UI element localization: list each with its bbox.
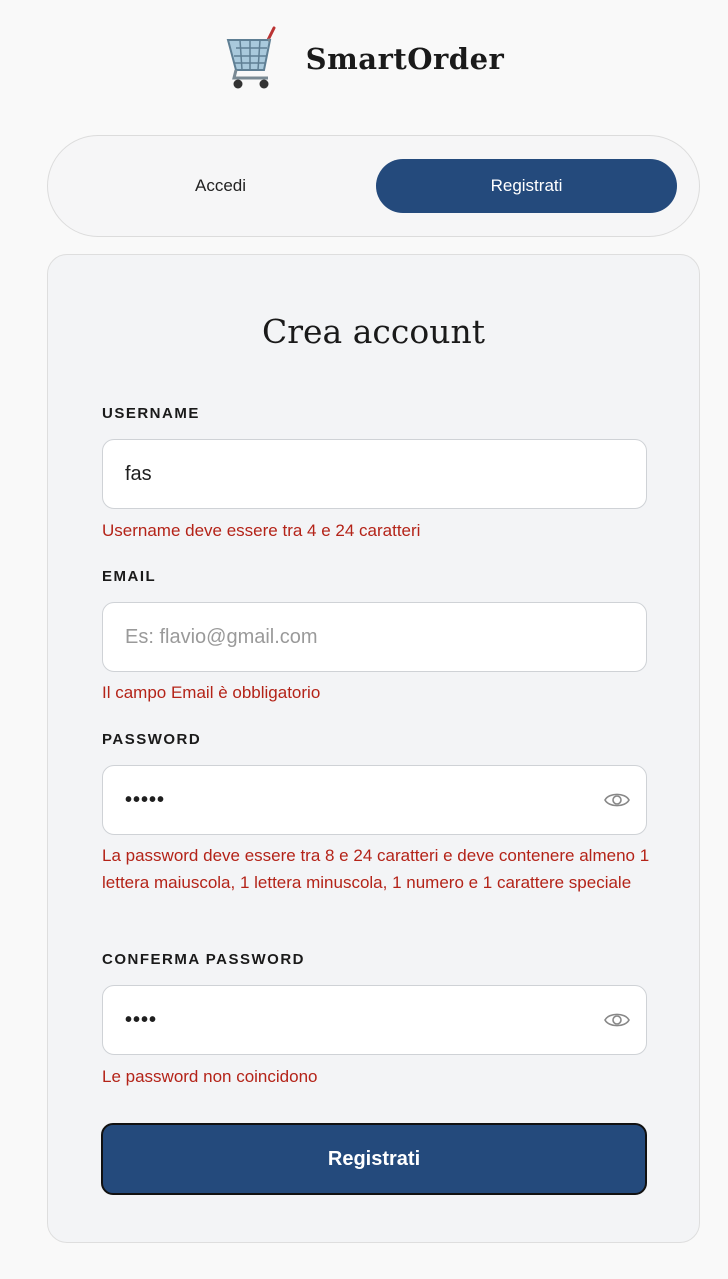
app-header: SmartOrder bbox=[0, 24, 728, 94]
password-field-container bbox=[102, 765, 647, 835]
eye-icon[interactable] bbox=[604, 789, 630, 811]
form-title: Crea account bbox=[262, 312, 485, 351]
tab-login[interactable]: Accedi bbox=[70, 159, 371, 213]
confirm-password-field-container bbox=[102, 985, 647, 1055]
password-label: PASSWORD bbox=[102, 731, 202, 748]
username-input[interactable] bbox=[103, 440, 646, 508]
password-error: La password deve essere tra 8 e 24 carat… bbox=[102, 846, 650, 892]
register-submit-button[interactable]: Registrati bbox=[101, 1123, 647, 1195]
eye-icon[interactable] bbox=[604, 1009, 630, 1031]
auth-tab-bar: Accedi Registrati bbox=[47, 135, 700, 237]
app-title: SmartOrder bbox=[305, 42, 505, 76]
email-error: Il campo Email è obbligatorio bbox=[102, 683, 321, 702]
username-field-container bbox=[102, 439, 647, 509]
username-label: USERNAME bbox=[102, 405, 200, 422]
confirm-password-error: Le password non coincidono bbox=[102, 1067, 318, 1086]
shopping-cart-icon bbox=[226, 26, 276, 89]
register-card: Crea account USERNAME Username deve esse… bbox=[47, 254, 700, 1243]
email-input[interactable] bbox=[103, 603, 646, 671]
confirm-password-input[interactable] bbox=[103, 986, 646, 1054]
username-error: Username deve essere tra 4 e 24 caratter… bbox=[102, 521, 421, 540]
password-input[interactable] bbox=[103, 766, 646, 834]
email-field-container bbox=[102, 602, 647, 672]
email-label: EMAIL bbox=[102, 568, 157, 585]
confirm-password-label: CONFERMA PASSWORD bbox=[102, 951, 305, 968]
tab-register[interactable]: Registrati bbox=[376, 159, 677, 213]
